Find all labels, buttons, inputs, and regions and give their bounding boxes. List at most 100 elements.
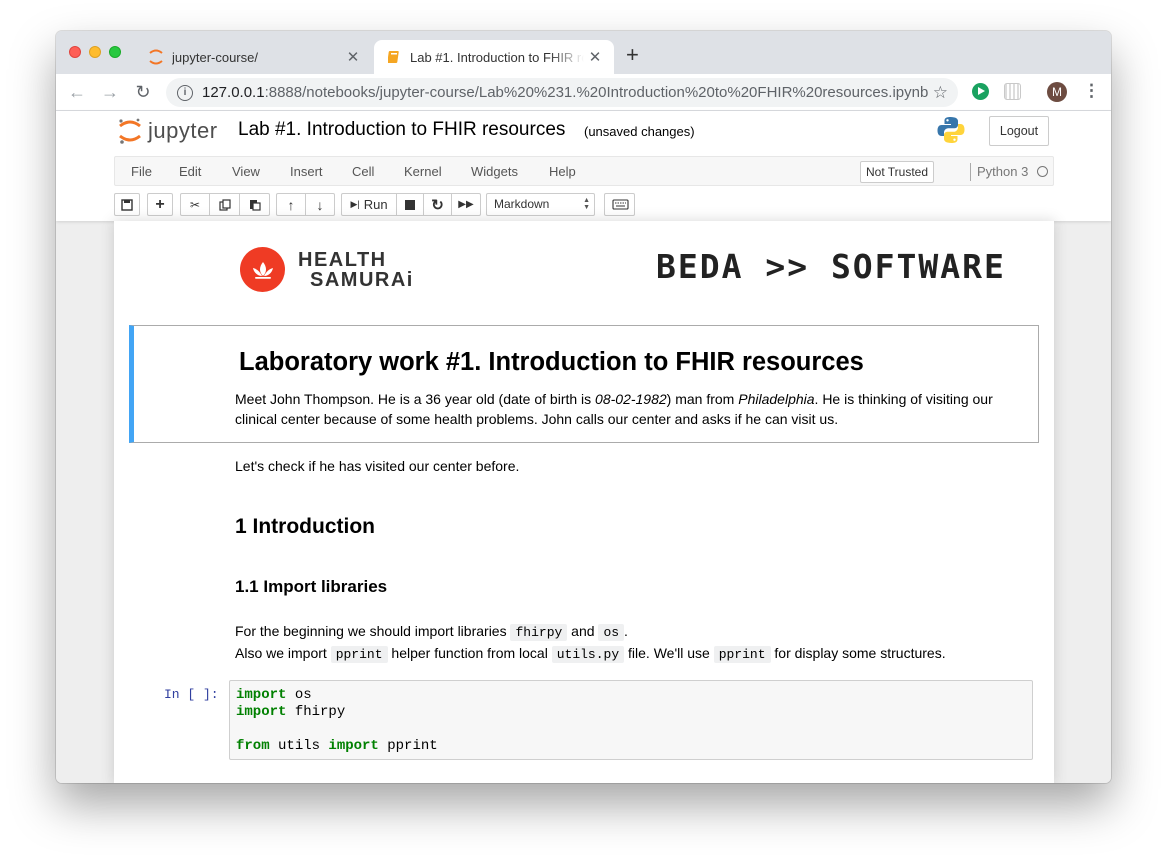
menu-insert[interactable]: Insert	[290, 164, 323, 179]
toolbar-group-move: ↑ ↓	[276, 193, 335, 216]
jupyter-header: jupyter Lab #1. Introduction to FHIR res…	[56, 111, 1111, 221]
copy-button[interactable]	[210, 194, 240, 215]
menu-view[interactable]: View	[232, 164, 260, 179]
select-caret-icon: ▲ ▼	[583, 197, 590, 211]
close-window-button[interactable]	[69, 46, 81, 58]
browser-window: jupyter-course/ ✕ Lab #1. Introduction t…	[56, 31, 1111, 783]
selected-markdown-cell[interactable]: Laboratory work #1. Introduction to FHIR…	[129, 325, 1039, 443]
menu-cell[interactable]: Cell	[352, 164, 374, 179]
lotus-icon	[240, 247, 285, 292]
beda-software-logo: BEDA >> SOFTWARE	[656, 247, 1006, 286]
play-extension-icon[interactable]	[972, 83, 989, 100]
maximize-window-button[interactable]	[109, 46, 121, 58]
notebook-title[interactable]: Lab #1. Introduction to FHIR resources	[238, 119, 565, 141]
jupyter-logo[interactable]: jupyter	[118, 117, 218, 145]
kernel-divider	[970, 163, 971, 181]
run-label: Run	[363, 197, 388, 212]
insert-cell-button[interactable]: +	[148, 194, 172, 215]
browser-toolbar: ← → ↻ i 127.0.0.1:8888/notebooks/jupyter…	[56, 74, 1111, 111]
tab-jupyter-course[interactable]: jupyter-course/ ✕	[136, 40, 372, 74]
plus-icon: +	[155, 195, 165, 213]
import-line-2: Also we import pprint helper function fr…	[235, 645, 946, 663]
code-line: import os	[236, 687, 312, 703]
toolbar-group-save	[114, 193, 140, 216]
run-button[interactable]: ▶︎| Run	[342, 194, 397, 215]
subsection-heading: 1.1 Import libraries	[235, 577, 388, 596]
tab-strip: jupyter-course/ ✕ Lab #1. Introduction t…	[56, 31, 1111, 74]
address-bar[interactable]: i 127.0.0.1:8888/notebooks/jupyter-cours…	[166, 78, 958, 107]
back-arrow-icon[interactable]: ←	[65, 80, 89, 104]
brand-line-1: HEALTH	[298, 248, 387, 271]
cell-type-select[interactable]: Markdown ▲ ▼	[486, 193, 595, 216]
reload-icon[interactable]: ↻	[131, 80, 155, 104]
menu-bar: File Edit View Insert Cell Kernel Widget…	[114, 156, 1054, 186]
toolbar-group-edit: ✂	[180, 193, 270, 216]
trust-status-button[interactable]: Not Trusted	[860, 161, 934, 183]
notebook-container: HEALTH SAMURAi BEDA >> SOFTWARE Laborato…	[114, 221, 1054, 783]
lab-title: Laboratory work #1. Introduction to FHIR…	[239, 348, 864, 376]
move-up-button[interactable]: ↑	[277, 194, 306, 215]
minimize-window-button[interactable]	[89, 46, 101, 58]
extension-icon[interactable]	[1004, 83, 1021, 100]
step-forward-icon: ▶︎|	[350, 199, 360, 209]
paste-button[interactable]	[240, 194, 269, 215]
command-palette-button[interactable]	[604, 193, 635, 216]
paste-icon	[249, 199, 261, 211]
health-samurai-logo: HEALTH SAMURAi	[240, 247, 414, 292]
tab-lab1[interactable]: Lab #1. Introduction to FHIR resources ✕	[374, 40, 614, 74]
scissors-icon: ✂	[189, 197, 201, 212]
stop-icon	[405, 199, 415, 210]
notebook-favicon-icon	[386, 49, 402, 65]
python-logo-icon	[936, 115, 966, 150]
tab-close-icon[interactable]: ✕	[584, 48, 606, 66]
restart-run-all-button[interactable]: ▶▶	[452, 194, 480, 215]
more-menu-icon[interactable]: ⋮	[1083, 81, 1100, 101]
cell-type-value: Markdown	[494, 197, 550, 211]
toolbar-group-insert: +	[147, 193, 173, 216]
code-cell-editor[interactable]: import os import fhirpy from utils impor…	[229, 680, 1033, 760]
cut-button[interactable]: ✂	[181, 194, 210, 215]
jupyter-logo-text: jupyter	[148, 118, 218, 143]
import-line-1: For the beginning we should import libra…	[235, 623, 628, 641]
site-info-icon[interactable]: i	[177, 84, 193, 101]
tab-title: Lab #1. Introduction to FHIR resources	[410, 49, 584, 65]
menu-help[interactable]: Help	[549, 164, 576, 179]
tab-close-icon[interactable]: ✕	[342, 48, 364, 66]
url-host: 127.0.0.1	[202, 84, 265, 101]
check-paragraph: Let's check if he has visited our center…	[235, 458, 520, 474]
forward-arrow-icon[interactable]: →	[98, 80, 122, 104]
arrow-up-icon: ↑	[287, 196, 295, 213]
restart-button[interactable]: ↻	[424, 194, 452, 215]
menu-widgets[interactable]: Widgets	[471, 164, 518, 179]
save-button[interactable]	[115, 194, 139, 215]
jupyter-favicon-icon	[148, 49, 164, 65]
logout-button[interactable]: Logout	[989, 116, 1049, 146]
intro-paragraph: Meet John Thompson. He is a 36 year old …	[235, 391, 993, 427]
tab-title: jupyter-course/	[172, 49, 258, 65]
interrupt-button[interactable]	[397, 194, 424, 215]
jupyter-logo-icon	[119, 118, 141, 144]
restart-icon: ↻	[431, 196, 444, 214]
menu-kernel[interactable]: Kernel	[404, 164, 442, 179]
kernel-idle-icon	[1037, 166, 1048, 177]
section-heading: 1 Introduction	[235, 515, 375, 538]
arrow-down-icon: ↓	[316, 196, 324, 213]
profile-avatar[interactable]: M	[1047, 82, 1067, 102]
brand-line-2: SAMURAi	[310, 268, 414, 291]
menu-file[interactable]: File	[131, 164, 152, 179]
bookmark-star-icon[interactable]: ☆	[933, 83, 948, 103]
autosave-status: (unsaved changes)	[584, 124, 695, 139]
kernel-name: Python 3	[977, 164, 1029, 179]
code-line: import fhirpy	[236, 704, 346, 720]
fast-forward-icon: ▶▶	[458, 199, 474, 210]
code-line: from utils import pprint	[236, 738, 438, 754]
keyboard-icon	[612, 199, 629, 210]
health-samurai-wordmark: HEALTH SAMURAi	[298, 250, 414, 290]
copy-icon	[218, 198, 231, 211]
move-down-button[interactable]: ↓	[306, 194, 334, 215]
new-tab-button[interactable]: +	[626, 44, 639, 66]
page-content: jupyter Lab #1. Introduction to FHIR res…	[56, 111, 1111, 783]
menu-edit[interactable]: Edit	[179, 164, 201, 179]
toolbar-group-run: ▶︎| Run ↻ ▶▶	[341, 193, 481, 216]
